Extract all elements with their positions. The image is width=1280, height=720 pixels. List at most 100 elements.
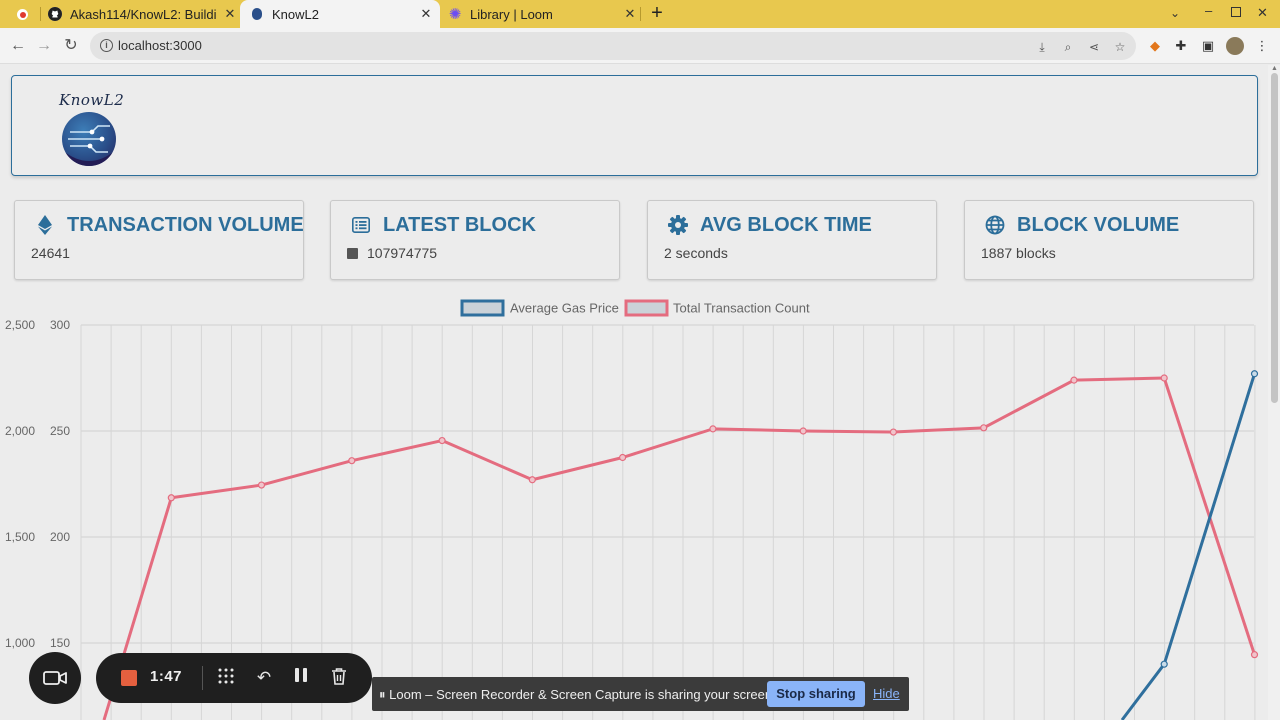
tab-search-icon[interactable]: ⌄ — [1170, 6, 1180, 20]
scroll-up-arrow-icon[interactable]: ▲ — [1271, 65, 1278, 72]
close-tab-icon[interactable]: ✕ — [622, 6, 638, 22]
tab-github[interactable]: Akash114/KnowL2: Buildi ✕ — [48, 0, 238, 28]
side-panel-icon[interactable]: ▣ — [1200, 38, 1216, 54]
drag-handle-icon[interactable] — [215, 667, 237, 689]
hide-link[interactable]: Hide — [873, 686, 900, 701]
screen-share-notification: ⏸ Loom – Screen Recorder & Screen Captur… — [372, 677, 909, 711]
transaction-count-point[interactable] — [257, 481, 266, 489]
ethereum-icon — [33, 213, 57, 237]
share-icon[interactable]: ⋖ — [1086, 39, 1102, 55]
y-right-tick-label: 300 — [50, 318, 70, 332]
address-toolbar: ← → ↻ i localhost:3000 ⤓ ⌕ ⋖ ☆ ◆ ✚ ▣ ⋮ — [0, 28, 1280, 64]
pause-icon[interactable] — [290, 667, 312, 689]
transaction-count-point[interactable] — [799, 427, 807, 435]
tab-knowl2[interactable]: KnowL2 ✕ — [240, 0, 440, 28]
legend-swatch[interactable] — [624, 299, 669, 317]
transaction-count-point[interactable] — [167, 494, 175, 502]
restore-icon[interactable] — [1231, 7, 1241, 17]
video-camera-icon — [43, 671, 67, 685]
recording-indicator-icon — [17, 9, 28, 20]
logo-text: KnowL2 — [59, 91, 125, 109]
transaction-count-point[interactable] — [1070, 376, 1078, 384]
url-text[interactable]: localhost:3000 — [118, 38, 202, 53]
transaction-count-point[interactable] — [1250, 651, 1259, 659]
card-value: 24641 — [31, 245, 70, 261]
recording-timer: 1:47 — [150, 668, 183, 685]
card-value: 2 seconds — [664, 245, 728, 261]
extensions-puzzle-icon[interactable]: ✚ — [1173, 38, 1189, 54]
transaction-count-point[interactable] — [709, 425, 717, 433]
app-header: KnowL2 — [11, 75, 1258, 176]
forward-arrow-icon[interactable]: → — [34, 36, 54, 56]
card-block-volume: BLOCK VOLUME 1887 blocks — [964, 200, 1254, 280]
close-window-icon[interactable]: ✕ — [1257, 5, 1268, 21]
close-tab-icon[interactable]: ✕ — [418, 6, 434, 22]
gear-icon — [666, 213, 690, 237]
transaction-count-point[interactable] — [980, 424, 988, 432]
tab-title: KnowL2 — [272, 6, 319, 22]
tab-title: Akash114/KnowL2: Buildi — [70, 6, 217, 22]
share-message-text: Loom – Screen Recorder & Screen Capture … — [389, 687, 776, 702]
profile-avatar[interactable] — [1226, 37, 1244, 55]
card-avg-block-time: AVG BLOCK TIME 2 seconds — [647, 200, 937, 280]
stop-recording-button[interactable] — [121, 670, 137, 686]
site-info-icon[interactable]: i — [100, 39, 113, 52]
legend-label[interactable]: Total Transaction Count — [673, 301, 810, 316]
github-icon — [48, 7, 62, 21]
menu-kebab-icon[interactable]: ⋮ — [1254, 38, 1270, 54]
transaction-count-point[interactable] — [528, 476, 536, 484]
y-left-tick-label: 2,500 — [5, 318, 35, 332]
bookmark-star-icon[interactable]: ☆ — [1112, 39, 1128, 55]
card-title: BLOCK VOLUME — [1017, 213, 1180, 236]
url-bar[interactable]: i localhost:3000 ⤓ ⌕ ⋖ ☆ — [90, 32, 1136, 60]
tab-loom[interactable]: ✺ Library | Loom ✕ — [448, 0, 638, 28]
logo-icon[interactable] — [62, 112, 116, 166]
install-app-icon[interactable]: ⤓ — [1034, 39, 1050, 55]
pause-glyph-icon: ⏸ — [379, 687, 386, 702]
close-tab-icon[interactable]: ✕ — [222, 6, 238, 22]
y-right-tick-label: 200 — [50, 530, 70, 544]
list-icon — [349, 213, 373, 237]
knowl2-icon — [252, 8, 262, 20]
transaction-count-point[interactable] — [348, 457, 356, 465]
zoom-icon[interactable]: ⌕ — [1060, 39, 1076, 55]
transaction-count-point[interactable] — [618, 453, 627, 462]
card-title: LATEST BLOCK — [383, 213, 536, 236]
transaction-count-point[interactable] — [438, 436, 446, 445]
y-right-tick-label: 150 — [50, 636, 70, 650]
loom-icon: ✺ — [448, 6, 462, 23]
minimize-icon[interactable]: – — [1205, 3, 1212, 18]
page-content: KnowL2 TRANSACTION VOLUME 24641 LATEST B… — [0, 65, 1268, 720]
card-value: 107974775 — [367, 245, 438, 261]
share-message: ⏸ Loom – Screen Recorder & Screen Captur… — [379, 687, 776, 703]
gas-price-point[interactable] — [1160, 660, 1168, 668]
block-square-icon — [347, 247, 358, 259]
tab-title: Library | Loom — [470, 6, 553, 22]
reload-icon[interactable]: ↻ — [61, 36, 81, 56]
stop-sharing-button[interactable]: Stop sharing — [767, 681, 865, 707]
y-left-tick-label: 2,000 — [5, 424, 35, 438]
y-right-tick-label: 250 — [50, 424, 70, 438]
legend-label[interactable]: Average Gas Price — [510, 301, 619, 316]
gas-price-point[interactable] — [1250, 370, 1259, 378]
transaction-count-point[interactable] — [1160, 374, 1168, 382]
metamask-icon[interactable]: ◆ — [1147, 38, 1163, 54]
legend-swatch[interactable] — [460, 299, 505, 317]
globe-icon — [983, 213, 1007, 237]
scrollbar-thumb[interactable] — [1271, 73, 1278, 403]
y-left-tick-label: 1,000 — [5, 636, 35, 650]
loom-camera-button[interactable] — [29, 652, 81, 704]
card-latest-block: LATEST BLOCK 107974775 — [330, 200, 620, 280]
card-title: TRANSACTION VOLUME — [67, 213, 304, 236]
loom-recording-controls: 1:47 ↶ — [96, 653, 372, 703]
new-tab-button[interactable]: + — [648, 3, 666, 23]
trash-icon[interactable] — [328, 667, 350, 689]
browser-tab-bar: Akash114/KnowL2: Buildi ✕ KnowL2 ✕ ✺ Lib… — [0, 0, 1280, 28]
back-arrow-icon[interactable]: ← — [8, 36, 28, 56]
card-title: AVG BLOCK TIME — [700, 213, 872, 236]
y-left-tick-label: 1,500 — [5, 530, 35, 544]
undo-restart-icon[interactable]: ↶ — [253, 667, 275, 689]
card-transaction-volume: TRANSACTION VOLUME 24641 — [14, 200, 304, 280]
transaction-count-point[interactable] — [889, 428, 898, 436]
page-scrollbar[interactable]: ▲ — [1268, 65, 1280, 720]
